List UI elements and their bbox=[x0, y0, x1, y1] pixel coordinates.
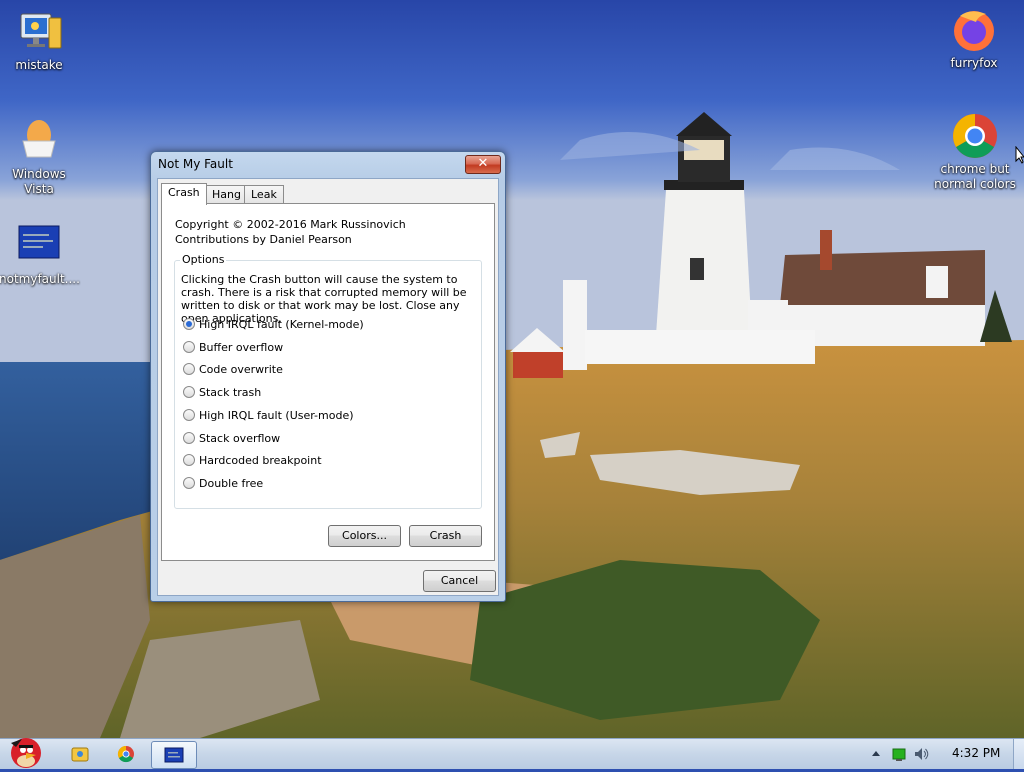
show-desktop-button[interactable] bbox=[1013, 739, 1024, 769]
desktop: mistake Windows Vista notmyfault.... fur… bbox=[0, 0, 1024, 738]
copyright-text: Copyright © 2002-2016 Mark Russinovich bbox=[175, 218, 406, 231]
desktop-icon-label: furryfox bbox=[950, 56, 998, 70]
radio-high-irql-user[interactable]: High IRQL fault (User-mode) bbox=[183, 408, 354, 424]
crash-tab-panel: Copyright © 2002-2016 Mark Russinovich C… bbox=[161, 203, 495, 561]
radio-button-checked[interactable] bbox=[183, 318, 195, 330]
taskbar: 4:32 PM bbox=[0, 738, 1024, 769]
radio-code-overwrite[interactable]: Code overwrite bbox=[183, 362, 283, 378]
radio-button[interactable] bbox=[183, 341, 195, 353]
egg-icon bbox=[15, 117, 63, 165]
desktop-icon-furryfox[interactable]: furryfox bbox=[934, 6, 1014, 71]
taskbar-explorer[interactable] bbox=[58, 741, 102, 767]
desktop-icon-mistake[interactable]: mistake bbox=[0, 8, 79, 73]
dialog-client: Crash Hang Leak Copyright © 2002-2016 Ma… bbox=[157, 178, 499, 596]
cancel-button[interactable]: Cancel bbox=[423, 570, 496, 592]
chrome-icon bbox=[117, 745, 134, 763]
network-icon[interactable] bbox=[891, 746, 907, 762]
desktop-icon-notmyfault[interactable]: notmyfault.... bbox=[0, 222, 80, 287]
radio-label: Stack overflow bbox=[199, 432, 281, 445]
bluescreen-icon bbox=[15, 222, 63, 270]
radio-label: Code overwrite bbox=[199, 363, 283, 376]
radio-button[interactable] bbox=[183, 454, 195, 466]
radio-high-irql-kernel[interactable]: High IRQL fault (Kernel-mode) bbox=[183, 317, 364, 333]
tab-crash[interactable]: Crash bbox=[161, 183, 207, 205]
radio-button[interactable] bbox=[183, 409, 195, 421]
radio-label: High IRQL fault (Kernel-mode) bbox=[199, 318, 364, 331]
desktop-icon-windows-vista[interactable]: Windows Vista bbox=[0, 117, 79, 197]
explorer-icon bbox=[71, 747, 89, 762]
notmyfault-icon bbox=[164, 747, 184, 763]
radio-label: Stack trash bbox=[199, 386, 262, 399]
dialog-titlebar[interactable]: Not My Fault ✕ bbox=[151, 152, 505, 176]
colors-button[interactable]: Colors... bbox=[328, 525, 401, 547]
desktop-icon-label: mistake bbox=[15, 58, 63, 72]
radio-label: High IRQL fault (User-mode) bbox=[199, 409, 354, 422]
radio-label: Buffer overflow bbox=[199, 341, 284, 354]
radio-stack-overflow[interactable]: Stack overflow bbox=[183, 431, 280, 447]
radio-double-free[interactable]: Double free bbox=[183, 476, 263, 492]
volume-icon[interactable] bbox=[913, 746, 929, 762]
desktop-icon-label: Windows Vista bbox=[12, 167, 66, 196]
desktop-icon-label: chrome but normal colors bbox=[934, 162, 1016, 191]
angry-bird-icon bbox=[11, 738, 41, 768]
radio-label: Double free bbox=[199, 477, 264, 490]
taskbar-notmyfault[interactable] bbox=[151, 741, 197, 769]
radio-hardcoded-breakpoint[interactable]: Hardcoded breakpoint bbox=[183, 453, 322, 469]
desktop-icon-label: notmyfault.... bbox=[0, 272, 80, 286]
close-icon: ✕ bbox=[477, 156, 489, 171]
chrome-icon bbox=[951, 112, 999, 160]
tab-leak[interactable]: Leak bbox=[244, 185, 284, 204]
close-button[interactable]: ✕ bbox=[465, 155, 501, 174]
notmyfault-dialog: Not My Fault ✕ Crash Hang Leak Copyright… bbox=[150, 151, 506, 602]
radio-label: Hardcoded breakpoint bbox=[199, 454, 322, 467]
radio-button[interactable] bbox=[183, 363, 195, 375]
options-label: Options bbox=[180, 253, 227, 266]
show-hidden-arrow-icon[interactable] bbox=[868, 746, 884, 762]
desktop-icon-chrome[interactable]: chrome but normal colors bbox=[932, 112, 1018, 192]
taskbar-clock[interactable]: 4:32 PM bbox=[952, 746, 1000, 760]
radio-button[interactable] bbox=[183, 432, 195, 444]
tab-hang[interactable]: Hang bbox=[205, 185, 248, 204]
radio-button[interactable] bbox=[183, 386, 195, 398]
mouse-cursor-icon bbox=[1015, 146, 1024, 164]
copyright-block: Copyright © 2002-2016 Mark Russinovich C… bbox=[175, 217, 406, 247]
monitor-tower-icon bbox=[15, 8, 63, 56]
crash-button[interactable]: Crash bbox=[409, 525, 482, 547]
dialog-title: Not My Fault bbox=[158, 157, 233, 171]
start-button[interactable] bbox=[2, 733, 48, 769]
radio-buffer-overflow[interactable]: Buffer overflow bbox=[183, 340, 283, 356]
contributions-text: Contributions by Daniel Pearson bbox=[175, 233, 352, 246]
radio-stack-trash[interactable]: Stack trash bbox=[183, 385, 261, 401]
radio-button[interactable] bbox=[183, 477, 195, 489]
options-groupbox: Options Clicking the Crash button will c… bbox=[174, 253, 482, 509]
taskbar-chrome[interactable] bbox=[104, 741, 148, 767]
firefox-icon bbox=[950, 6, 998, 54]
